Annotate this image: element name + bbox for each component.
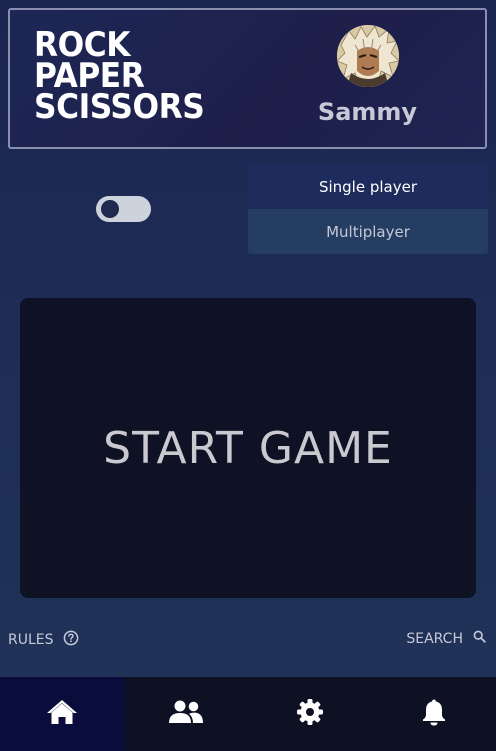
username: Sammy xyxy=(317,98,418,126)
search-icon xyxy=(473,630,486,647)
avatar[interactable] xyxy=(337,25,399,87)
header: ROCK PAPER SCISSORS Sammy xyxy=(8,8,487,149)
bell-icon xyxy=(421,698,447,730)
question-circle-icon xyxy=(63,630,79,650)
rules-label: RULES xyxy=(8,632,54,648)
home-icon xyxy=(46,698,78,730)
app-logo: ROCK PAPER SCISSORS xyxy=(34,28,205,127)
nav-notifications[interactable] xyxy=(372,677,496,751)
bottom-nav xyxy=(0,677,496,751)
nav-home[interactable] xyxy=(0,677,124,751)
users-icon xyxy=(168,699,204,729)
gear-icon xyxy=(296,698,324,730)
single-player-button[interactable]: Single player xyxy=(248,164,488,209)
mode-selector: Single player Multiplayer xyxy=(248,164,488,254)
toggle-knob xyxy=(101,200,119,218)
rules-link[interactable]: RULES xyxy=(8,630,79,650)
nav-settings[interactable] xyxy=(248,677,372,751)
multiplayer-button[interactable]: Multiplayer xyxy=(248,209,488,254)
nav-friends[interactable] xyxy=(124,677,248,751)
theme-toggle[interactable] xyxy=(96,196,151,222)
start-game-label: START GAME xyxy=(103,422,393,474)
search-label: SEARCH xyxy=(406,630,463,647)
logo-line-scissors: SCISSORS xyxy=(34,87,205,127)
start-game-button[interactable]: START GAME xyxy=(20,298,476,598)
search-link[interactable]: SEARCH xyxy=(406,630,486,647)
